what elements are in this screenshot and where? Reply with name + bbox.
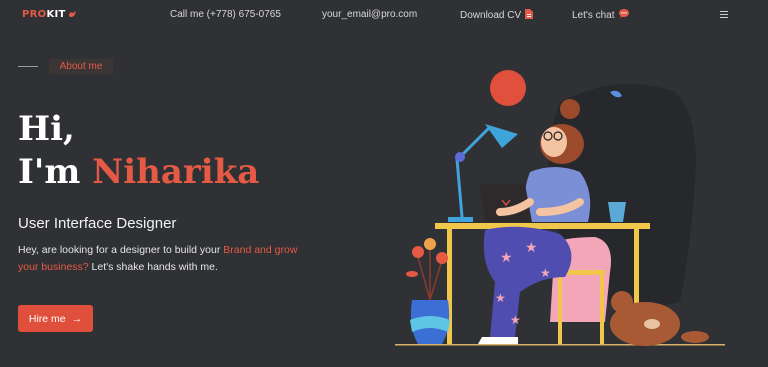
nav-chat-label: Let's chat xyxy=(572,9,615,21)
svg-text:★: ★ xyxy=(500,250,513,266)
hero-name: Niharika xyxy=(92,152,260,192)
svg-text:★: ★ xyxy=(495,291,506,305)
nav-download-cv-link[interactable]: Download CV xyxy=(460,9,534,22)
chat-icon xyxy=(618,9,629,21)
bird-icon xyxy=(68,10,77,21)
hero-illustration: ★ ★ ★ ★ ★ xyxy=(390,62,740,352)
logo-pro: PRO xyxy=(22,9,47,20)
nav-email-label: your_email@pro.com xyxy=(322,9,418,20)
hero-greeting: Hi, xyxy=(18,109,75,149)
desc-start: Hey, are looking for a designer to build… xyxy=(18,244,224,256)
hero-role: User Interface Designer xyxy=(18,215,177,232)
hero-intro-text: I'm xyxy=(18,152,93,192)
about-divider xyxy=(18,66,38,67)
logo-kit: KIT xyxy=(46,9,66,20)
logo[interactable]: PROKIT xyxy=(22,9,77,21)
nav-phone-label: Call me (+778) 675-0765 xyxy=(170,9,281,20)
nav-cv-label: Download CV xyxy=(460,10,522,21)
about-me-badge: About me xyxy=(49,59,113,74)
nav-chat-link[interactable]: Let's chat xyxy=(572,9,629,21)
svg-text:★: ★ xyxy=(540,266,551,280)
desc-end: Let's shake hands with me. xyxy=(88,261,218,273)
hamburger-menu-icon[interactable] xyxy=(720,11,728,18)
svg-text:★: ★ xyxy=(525,240,538,256)
nav-phone-link[interactable]: Call me (+778) 675-0765 xyxy=(170,9,281,20)
hire-me-button[interactable]: Hire me → xyxy=(18,305,93,332)
hero-intro: I'm Niharika xyxy=(18,152,259,192)
pdf-icon xyxy=(525,9,534,22)
nav-email-link[interactable]: your_email@pro.com xyxy=(322,9,417,20)
top-nav: PROKIT Call me (+778) 675-0765 your_emai… xyxy=(0,0,768,30)
svg-text:★: ★ xyxy=(510,313,521,327)
hero-description: Hey, are looking for a designer to build… xyxy=(18,242,318,276)
hire-me-label: Hire me xyxy=(28,312,66,325)
arrow-right-icon: → xyxy=(71,312,83,325)
